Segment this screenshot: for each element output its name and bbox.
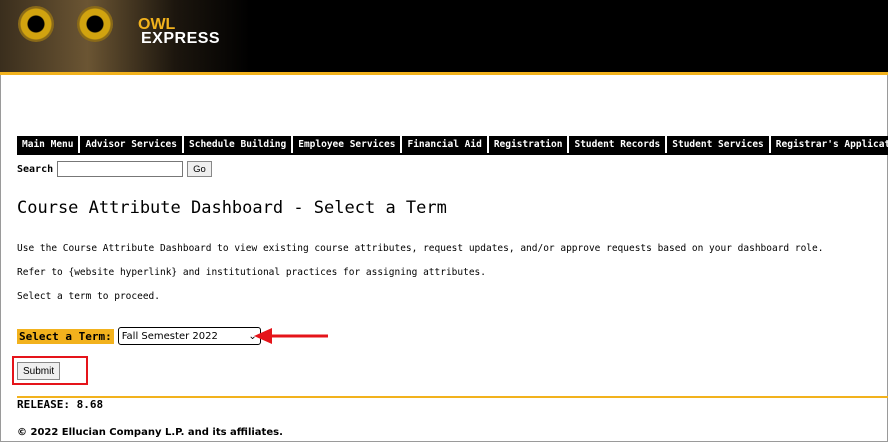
owl-eye-icon: [18, 6, 54, 42]
owl-express-logo: OWL EXPRESS: [138, 17, 221, 47]
tab-schedule-building[interactable]: Schedule Building: [184, 136, 294, 153]
main-tab-bar: Main Menu Advisor Services Schedule Buil…: [17, 136, 888, 153]
owl-eye-icon: [77, 6, 113, 42]
submit-button[interactable]: Submit: [17, 362, 61, 380]
tab-advisor-services[interactable]: Advisor Services: [80, 136, 184, 153]
term-selector-row: Select a Term: Fall Semester 2022 ⌄: [17, 327, 261, 345]
header-gold-rule: [0, 72, 888, 75]
red-arrow-icon: [254, 328, 328, 344]
tab-registrars-application[interactable]: Registrar's Application: [770, 136, 888, 153]
term-select[interactable]: Fall Semester 2022 ⌄: [117, 327, 261, 345]
term-label: Select a Term:: [17, 328, 114, 344]
term-select-value: Fall Semester 2022: [121, 330, 218, 342]
search-input[interactable]: [57, 161, 184, 177]
logo-line-express: EXPRESS: [141, 30, 221, 47]
tab-employee-services[interactable]: Employee Services: [293, 136, 403, 153]
tab-registration[interactable]: Registration: [488, 136, 570, 153]
search-label: Search: [17, 163, 54, 175]
tab-student-records[interactable]: Student Records: [569, 136, 668, 153]
tab-bar-underline: [17, 153, 888, 155]
search-bar: Search Go: [17, 161, 212, 177]
reference-paragraph: Refer to {website hyperlink} and institu…: [17, 267, 486, 278]
footer-gold-rule: [17, 396, 888, 398]
go-button[interactable]: Go: [187, 161, 212, 177]
copyright-text: © 2022 Ellucian Company L.P. and its aff…: [17, 427, 283, 438]
release-version: RELEASE: 8.68: [17, 398, 104, 411]
tab-main-menu[interactable]: Main Menu: [17, 136, 81, 153]
intro-paragraph: Use the Course Attribute Dashboard to vi…: [17, 243, 824, 254]
tab-financial-aid[interactable]: Financial Aid: [402, 136, 489, 153]
page-title: Course Attribute Dashboard - Select a Te…: [17, 198, 447, 218]
tab-student-services[interactable]: Student Services: [667, 136, 771, 153]
instruction-paragraph: Select a term to proceed.: [17, 291, 160, 302]
site-header: OWL EXPRESS: [0, 0, 888, 72]
